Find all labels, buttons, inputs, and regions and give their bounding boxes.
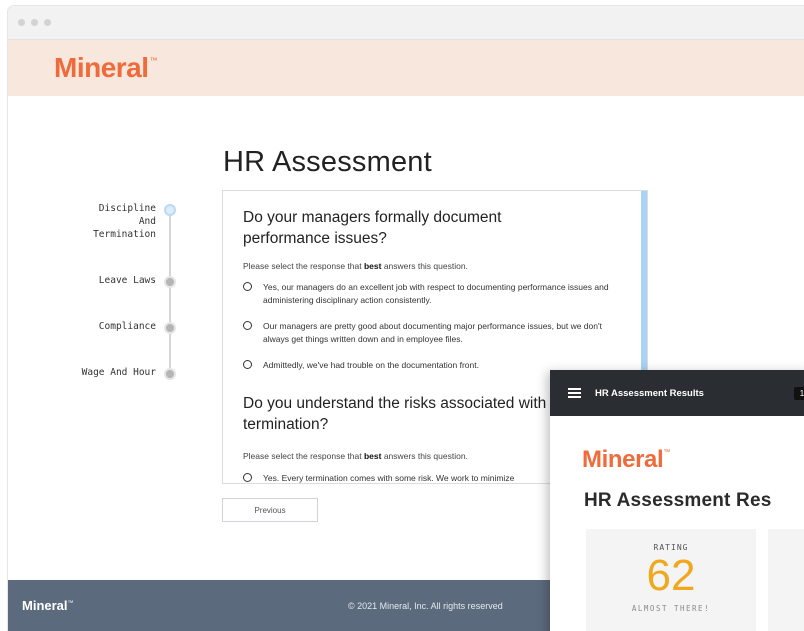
question-title: Do your managers formally document perfo… <box>243 209 502 247</box>
rating-card: RATING 62 ALMOST THERE! <box>586 529 756 631</box>
step-discipline-and-termination[interactable]: Discipline And Termination <box>8 202 183 241</box>
radio-icon[interactable] <box>243 282 252 291</box>
step-pending-icon <box>164 368 176 380</box>
step-label: Wage And Hour <box>81 367 156 378</box>
question-title: Do you understand the risks associated w… <box>243 395 547 433</box>
step-label: Compliance <box>98 321 156 332</box>
mineral-logo[interactable]: Mineral™ <box>54 52 158 84</box>
radio-icon[interactable] <box>243 360 252 369</box>
rating-value: 62 <box>646 551 696 600</box>
results-logo: Mineral™ <box>582 446 670 473</box>
radio-icon[interactable] <box>243 473 252 482</box>
question-hint: Please select the response that best ans… <box>243 451 468 461</box>
copyright-text: © 2021 Mineral, Inc. All rights reserved <box>348 600 503 611</box>
step-leave-laws[interactable]: Leave Laws <box>8 274 183 288</box>
radio-icon[interactable] <box>243 321 252 330</box>
footer-logo[interactable]: Mineral™ <box>22 598 74 613</box>
page-count-badge: 1 <box>794 387 804 400</box>
window-dot-icon[interactable] <box>18 19 25 26</box>
window-dot-icon[interactable] <box>44 19 51 26</box>
step-pending-icon <box>164 276 176 288</box>
step-wage-and-hour[interactable]: Wage And Hour <box>8 366 183 380</box>
step-active-icon <box>164 204 176 216</box>
page-title: HR Assessment <box>223 146 432 178</box>
answer-option[interactable]: Yes, our managers do an excellent job wi… <box>243 281 623 307</box>
step-label: Discipline And Termination <box>93 203 156 240</box>
results-panel: HR Assessment Results 1 Mineral™ HR Asse… <box>550 370 804 631</box>
rating-caption: ALMOST THERE! <box>631 604 711 613</box>
step-compliance[interactable]: Compliance <box>8 320 183 334</box>
question-hint: Please select the response that best ans… <box>243 261 468 271</box>
previous-button[interactable]: Previous <box>222 498 318 522</box>
answer-option[interactable]: Our managers are pretty good about docum… <box>243 320 623 346</box>
site-header: Mineral™ <box>8 40 804 96</box>
step-label: Leave Laws <box>98 275 156 286</box>
results-toolbar-title: HR Assessment Results <box>595 387 704 399</box>
window-dot-icon[interactable] <box>31 19 38 26</box>
step-pending-icon <box>164 322 176 334</box>
secondary-card <box>768 529 804 631</box>
results-toolbar: HR Assessment Results 1 <box>550 370 804 416</box>
menu-icon[interactable] <box>568 388 581 398</box>
window-chrome <box>8 6 804 40</box>
results-heading: HR Assessment Res <box>584 490 772 511</box>
